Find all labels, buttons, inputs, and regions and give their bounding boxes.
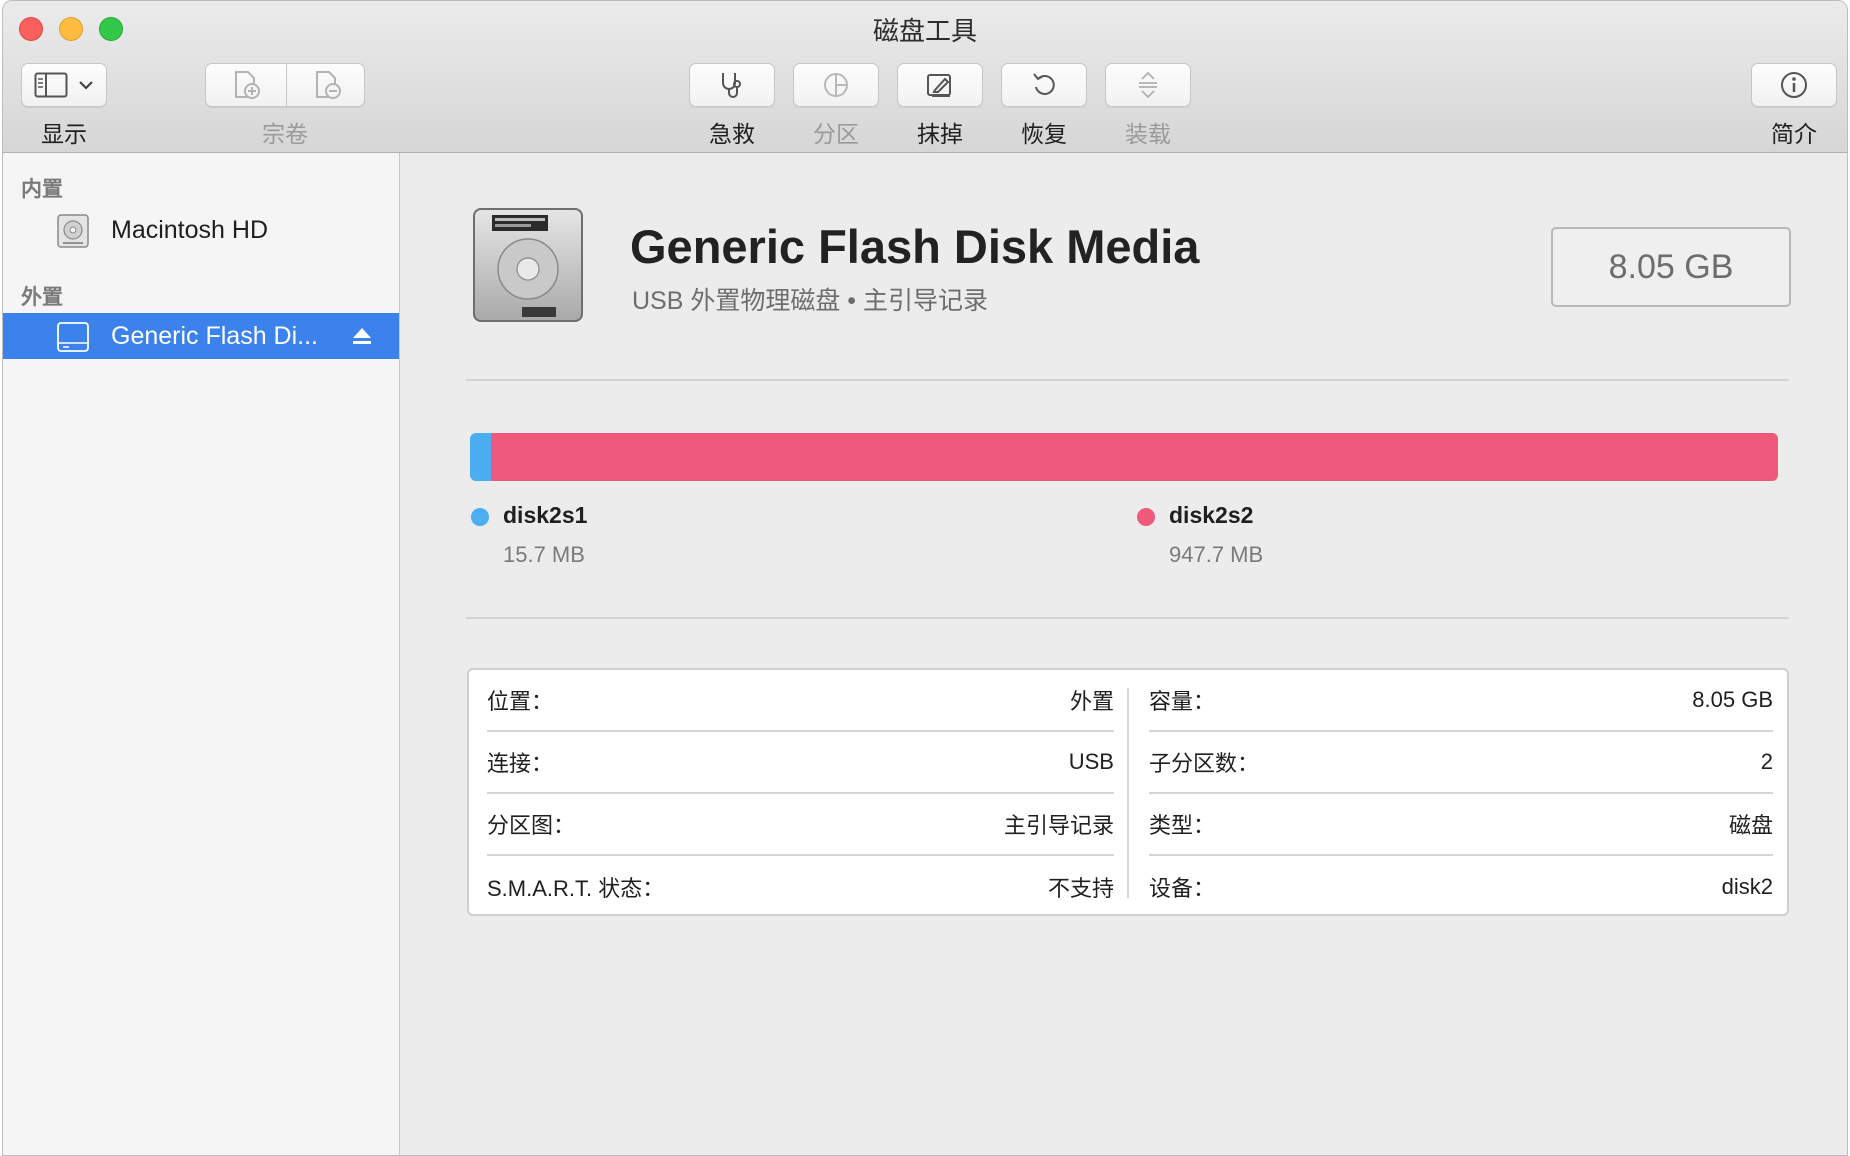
partition-map-bar bbox=[470, 433, 1778, 481]
eject-icon[interactable] bbox=[351, 325, 373, 352]
info-key: 容量： bbox=[1149, 689, 1216, 714]
view-button[interactable] bbox=[21, 63, 107, 107]
partition-size: 15.7 MB bbox=[503, 542, 585, 567]
info-icon bbox=[1779, 70, 1809, 100]
info-value: USB bbox=[1068, 749, 1114, 774]
info-row-partition-map: 分区图： 主引导记录 bbox=[487, 794, 1114, 856]
erase-icon bbox=[925, 70, 955, 100]
toolbar: 磁盘工具 显示 宗卷 急救 分区 抹掉 恢复 装载 简介 bbox=[3, 1, 1847, 153]
disk-info-table: 位置： 外置 连接： USB 分区图： 主引导记录 S.M.A.R.T. 状态：… bbox=[467, 668, 1789, 916]
remove-volume-button[interactable] bbox=[287, 64, 366, 106]
sidebar-section-external: 外置 bbox=[21, 286, 63, 309]
info-button[interactable] bbox=[1751, 63, 1837, 107]
window-title: 磁盘工具 bbox=[872, 16, 977, 46]
volume-segmented-control bbox=[205, 63, 365, 107]
capacity-badge: 8.05 GB bbox=[1551, 227, 1791, 307]
info-value: 不支持 bbox=[1047, 876, 1114, 901]
sidebar-item-macintosh-hd[interactable]: Macintosh HD bbox=[3, 207, 399, 253]
mount-icon bbox=[1133, 70, 1163, 100]
divider bbox=[466, 379, 1789, 381]
info-row-smart-status: S.M.A.R.T. 状态： 不支持 bbox=[487, 856, 1114, 918]
mount-button[interactable] bbox=[1105, 63, 1191, 107]
erase-button[interactable] bbox=[897, 63, 983, 107]
info-label: 简介 bbox=[1771, 121, 1817, 147]
add-volume-button[interactable] bbox=[206, 64, 286, 106]
info-row-connection: 连接： USB bbox=[487, 732, 1114, 794]
view-label: 显示 bbox=[41, 121, 87, 147]
partition-label: 分区 bbox=[813, 121, 859, 147]
info-key: 子分区数： bbox=[1149, 751, 1260, 776]
info-value: 磁盘 bbox=[1728, 813, 1773, 838]
info-key: S.M.A.R.T. 状态： bbox=[487, 876, 665, 901]
partition-segment-disk2s1[interactable] bbox=[470, 433, 492, 481]
divider bbox=[466, 617, 1789, 619]
sidebar-section-internal: 内置 bbox=[21, 178, 63, 201]
restore-label: 恢复 bbox=[1021, 121, 1067, 147]
info-value: 外置 bbox=[1069, 689, 1114, 714]
stethoscope-icon bbox=[716, 69, 748, 101]
restore-button[interactable] bbox=[1001, 63, 1087, 107]
disk-utility-window: 磁盘工具 显示 宗卷 急救 分区 抹掉 恢复 装载 简介 内置 Macintos… bbox=[2, 0, 1848, 1156]
sidebar-item-generic-flash-disk[interactable]: Generic Flash Di... bbox=[3, 313, 399, 359]
partition-pie-icon bbox=[821, 70, 851, 100]
info-column-left: 位置： 外置 连接： USB 分区图： 主引导记录 S.M.A.R.T. 状态：… bbox=[487, 670, 1114, 914]
sidebar-toggle-icon bbox=[34, 72, 68, 98]
info-value: 2 bbox=[1760, 749, 1773, 774]
info-row-child-count: 子分区数： 2 bbox=[1149, 732, 1773, 794]
mount-label: 装载 bbox=[1125, 121, 1171, 147]
sidebar: 内置 Macintosh HD 外置 Generic Flash Di... bbox=[3, 153, 400, 1155]
partition-size: 947.7 MB bbox=[1169, 542, 1264, 567]
info-key: 分区图： bbox=[487, 813, 576, 838]
column-divider bbox=[1127, 688, 1129, 898]
info-row-capacity: 容量： 8.05 GB bbox=[1149, 670, 1773, 732]
internal-disk-icon bbox=[55, 213, 91, 254]
partition-name: disk2s2 bbox=[1169, 502, 1254, 528]
erase-label: 抹掉 bbox=[917, 121, 963, 147]
partition-color-dot bbox=[471, 508, 489, 526]
info-column-right: 容量： 8.05 GB 子分区数： 2 类型： 磁盘 设备： disk2 bbox=[1149, 670, 1773, 914]
external-disk-icon bbox=[55, 319, 91, 360]
chevron-down-icon bbox=[78, 80, 94, 90]
disk-description: USB 外置物理磁盘 • 主引导记录 bbox=[632, 287, 988, 315]
info-row-device: 设备： disk2 bbox=[1149, 856, 1773, 918]
info-value: 主引导记录 bbox=[1003, 813, 1114, 838]
info-key: 位置： bbox=[487, 689, 554, 714]
main-content: Generic Flash Disk Media USB 外置物理磁盘 • 主引… bbox=[400, 153, 1847, 1155]
info-row-type: 类型： 磁盘 bbox=[1149, 794, 1773, 856]
volume-label: 宗卷 bbox=[262, 121, 308, 147]
restore-arrow-icon bbox=[1029, 70, 1059, 100]
remove-volume-icon bbox=[311, 69, 343, 101]
partition-color-dot bbox=[1137, 508, 1155, 526]
info-key: 类型： bbox=[1149, 813, 1216, 838]
info-value: disk2 bbox=[1721, 874, 1773, 899]
first-aid-label: 急救 bbox=[709, 121, 755, 147]
info-key: 连接： bbox=[487, 751, 554, 776]
partition-name: disk2s1 bbox=[503, 502, 588, 528]
sidebar-item-label: Macintosh HD bbox=[111, 215, 268, 244]
partition-button[interactable] bbox=[793, 63, 879, 107]
hard-disk-icon bbox=[470, 205, 586, 330]
add-volume-icon bbox=[230, 69, 262, 101]
disk-name: Generic Flash Disk Media bbox=[630, 220, 1200, 273]
sidebar-item-label: Generic Flash Di... bbox=[111, 321, 319, 350]
info-key: 设备： bbox=[1149, 876, 1216, 901]
partition-segment-disk2s2[interactable] bbox=[491, 433, 1778, 481]
first-aid-button[interactable] bbox=[689, 63, 775, 107]
info-row-location: 位置： 外置 bbox=[487, 670, 1114, 732]
info-value: 8.05 GB bbox=[1692, 687, 1773, 712]
